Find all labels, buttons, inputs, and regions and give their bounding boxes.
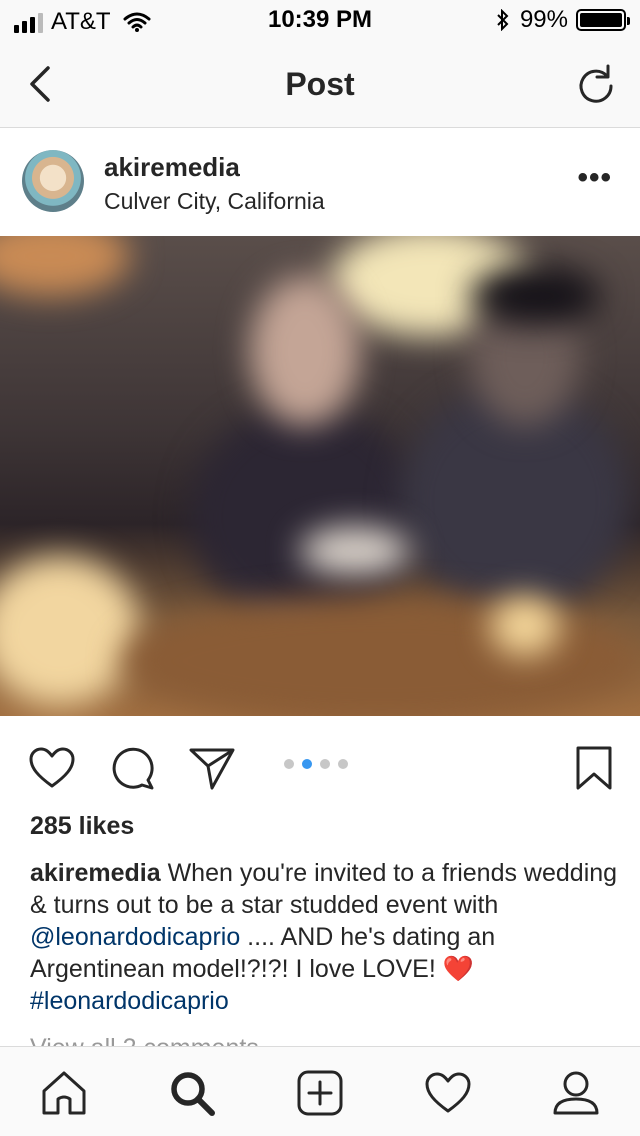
like-heart-icon[interactable]: [28, 744, 76, 792]
post-location[interactable]: Culver City, California: [104, 188, 325, 215]
battery-percent: 99%: [519, 6, 568, 33]
post-actions: [0, 716, 640, 816]
caption-username[interactable]: akiremedia: [30, 859, 161, 887]
carousel-dot: [284, 759, 294, 769]
carousel-dot: [302, 759, 312, 769]
post-username[interactable]: akiremedia: [104, 152, 240, 183]
avatar[interactable]: [22, 150, 84, 212]
likes-count[interactable]: 285 likes: [30, 812, 134, 841]
bluetooth-icon: [496, 9, 510, 31]
home-icon[interactable]: [40, 1069, 88, 1117]
battery-icon: [576, 9, 630, 31]
share-icon[interactable]: [188, 744, 236, 792]
page-title: Post: [285, 66, 355, 102]
heart-emoji: ❤️: [442, 955, 474, 983]
more-options-icon[interactable]: •••: [577, 163, 612, 193]
post-header: akiremedia Culver City, California •••: [0, 128, 640, 236]
bookmark-icon[interactable]: [570, 744, 618, 792]
add-post-icon[interactable]: [296, 1069, 344, 1117]
status-bar: AT&T 10:39 PM 99%: [0, 0, 640, 40]
caption-hashtag[interactable]: #leonardodicaprio: [30, 987, 229, 1015]
comment-icon[interactable]: [108, 744, 156, 792]
post-caption: akiremedia When you're invited to a frie…: [30, 857, 620, 1017]
battery-level-fill: [580, 13, 622, 27]
profile-icon[interactable]: [552, 1069, 600, 1117]
carousel-dot: [320, 759, 330, 769]
post-photo[interactable]: [0, 236, 640, 716]
carousel-dot: [338, 759, 348, 769]
carousel-indicator: [284, 759, 348, 769]
nav-bar: Post: [0, 40, 640, 128]
refresh-icon[interactable]: [574, 62, 618, 106]
caption-mention[interactable]: @leonardodicaprio: [30, 923, 240, 951]
activity-heart-icon[interactable]: [424, 1069, 472, 1117]
tab-bar: [0, 1046, 640, 1136]
search-icon[interactable]: [168, 1069, 216, 1117]
